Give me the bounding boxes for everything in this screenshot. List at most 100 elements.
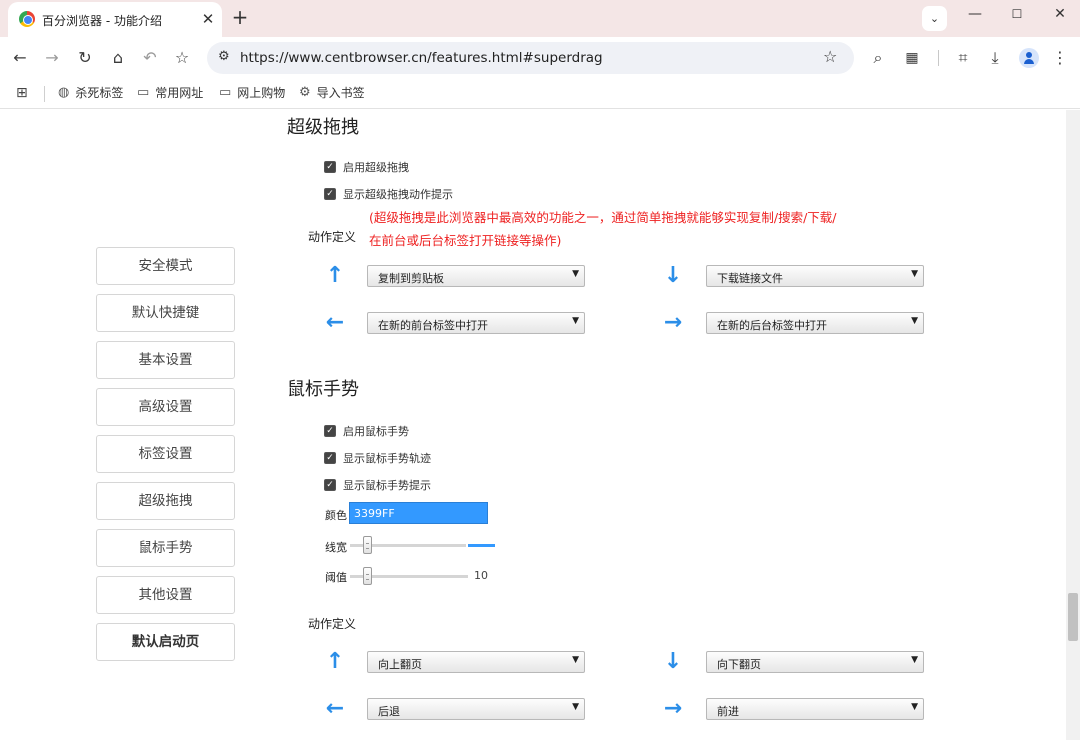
gesture-down-select[interactable]: 向下翻页 ▼ [706, 651, 924, 673]
bookmark-item[interactable]: ◍ 杀死标签 [58, 84, 123, 101]
nav-default-shortcuts[interactable]: 默认快捷键 [96, 294, 235, 332]
close-tab-icon[interactable]: ✕ [198, 9, 218, 29]
select-value: 后退 [378, 705, 400, 718]
gesture-title: 鼠标手势 [287, 379, 359, 400]
dropdown-caret-icon: ▼ [911, 316, 918, 326]
bookmark-star-icon[interactable]: ☆ [171, 47, 193, 69]
show-gesture-trail-checkbox[interactable]: ✓ 显示鼠标手势轨迹 [324, 450, 431, 466]
dropdown-caret-icon: ▼ [911, 655, 918, 665]
select-value: 向下翻页 [717, 658, 761, 671]
nav-default-start-page[interactable]: 默认启动页 [96, 623, 235, 661]
new-tab-button[interactable]: + [229, 7, 251, 29]
nav-tab-settings[interactable]: 标签设置 [96, 435, 235, 473]
nav-basic-settings[interactable]: 基本设置 [96, 341, 235, 379]
profile-avatar-icon[interactable] [1019, 48, 1039, 68]
url-text[interactable]: https://www.centbrowser.cn/features.html… [240, 50, 603, 66]
arrow-down-icon: ↓ [663, 263, 683, 288]
site-settings-icon[interactable]: ⚙ [218, 49, 230, 64]
arrow-left-icon: ← [325, 310, 345, 335]
superdrag-note-line2: 在前台或后台标签打开链接等操作) [369, 233, 562, 248]
enable-superdrag-checkbox[interactable]: ✓ 启用超级拖拽 [324, 159, 409, 175]
search-icon[interactable]: ⌕ [867, 47, 889, 69]
select-value: 在新的前台标签中打开 [378, 319, 488, 332]
download-icon[interactable]: ⤓ [984, 47, 1006, 69]
threshold-slider-handle[interactable] [363, 567, 372, 585]
checkbox-label: 启用鼠标手势 [343, 425, 409, 438]
line-width-slider-handle[interactable] [363, 536, 372, 554]
bookmark-page-icon[interactable]: ☆ [823, 47, 837, 66]
reload-icon[interactable]: ↻ [74, 47, 96, 69]
checkbox-label: 显示超级拖拽动作提示 [343, 188, 453, 201]
gesture-up-select[interactable]: 向上翻页 ▼ [367, 651, 585, 673]
select-value: 在新的后台标签中打开 [717, 319, 827, 332]
superdrag-right-select[interactable]: 在新的后台标签中打开 ▼ [706, 312, 924, 334]
nav-superdrag[interactable]: 超级拖拽 [96, 482, 235, 520]
threshold-value: 10 [474, 569, 488, 582]
bookmark-folder[interactable]: ▭ 常用网址 [137, 84, 203, 101]
tab-search-button[interactable]: ⌄ [922, 6, 947, 31]
show-superdrag-hint-checkbox[interactable]: ✓ 显示超级拖拽动作提示 [324, 186, 453, 202]
superdrag-left-select[interactable]: 在新的前台标签中打开 ▼ [367, 312, 585, 334]
dropdown-caret-icon: ▼ [572, 655, 579, 665]
line-width-label: 线宽 [325, 541, 347, 554]
checkbox-checked-icon[interactable]: ✓ [324, 161, 336, 173]
select-value: 前进 [717, 705, 739, 718]
checkbox-checked-icon[interactable]: ✓ [324, 188, 336, 200]
bookmarks-divider [44, 86, 45, 102]
globe-icon: ◍ [58, 85, 70, 100]
minimize-button[interactable]: — [955, 4, 995, 24]
superdrag-up-select[interactable]: 复制到剪贴板 ▼ [367, 265, 585, 287]
color-input[interactable]: 3399FF [349, 502, 488, 524]
page-content: 安全模式 默认快捷键 基本设置 高级设置 标签设置 超级拖拽 鼠标手势 其他设置… [0, 110, 1066, 740]
checkbox-checked-icon[interactable]: ✓ [324, 452, 336, 464]
nav-mouse-gesture[interactable]: 鼠标手势 [96, 529, 235, 567]
forward-icon[interactable]: → [41, 47, 63, 69]
nav-advanced-settings[interactable]: 高级设置 [96, 388, 235, 426]
nav-safe-mode[interactable]: 安全模式 [96, 247, 235, 285]
dropdown-caret-icon: ▼ [572, 269, 579, 279]
dropdown-caret-icon: ▼ [572, 702, 579, 712]
gesture-right-select[interactable]: 前进 ▼ [706, 698, 924, 720]
bookmarks-bar: ⊞ ◍ 杀死标签 ▭ 常用网址 ▭ 网上购物 ⚙ 导入书签 [0, 79, 1080, 109]
active-tab[interactable]: 百分浏览器 - 功能介绍 ✕ [8, 2, 222, 37]
bookmark-item[interactable]: ⚙ 导入书签 [299, 84, 365, 101]
enable-gesture-checkbox[interactable]: ✓ 启用鼠标手势 [324, 423, 409, 439]
menu-icon[interactable]: ⋮ [1049, 47, 1071, 69]
bookmark-label: 导入书签 [316, 86, 365, 100]
arrow-right-icon: → [663, 696, 683, 721]
bookmark-label: 网上购物 [237, 86, 286, 100]
apps-grid-icon[interactable]: ⊞ [16, 85, 28, 101]
maximize-button[interactable]: ☐ [997, 4, 1037, 24]
arrow-up-icon: ↑ [325, 263, 345, 288]
threshold-label: 阈值 [325, 571, 347, 584]
gesture-left-select[interactable]: 后退 ▼ [367, 698, 585, 720]
dropdown-caret-icon: ▼ [911, 269, 918, 279]
crop-screenshot-icon[interactable]: ⌗ [952, 47, 974, 69]
address-bar[interactable]: ⚙ https://www.centbrowser.cn/features.ht… [207, 42, 854, 74]
home-icon[interactable]: ⌂ [107, 47, 129, 69]
superdrag-down-select[interactable]: 下载链接文件 ▼ [706, 265, 924, 287]
superdrag-title: 超级拖拽 [287, 117, 359, 138]
checkbox-label: 启用超级拖拽 [343, 161, 409, 174]
nav-other-settings[interactable]: 其他设置 [96, 576, 235, 614]
scrollbar-thumb[interactable] [1068, 593, 1078, 641]
folder-icon: ▭ [219, 85, 232, 100]
show-gesture-hint-checkbox[interactable]: ✓ 显示鼠标手势提示 [324, 477, 431, 493]
undo-close-icon[interactable]: ↶ [139, 47, 161, 69]
bookmark-folder[interactable]: ▭ 网上购物 [219, 84, 285, 101]
arrow-up-icon: ↑ [325, 649, 345, 674]
toolbar: ← → ↻ ⌂ ↶ ☆ ⚙ https://www.centbrowser.cn… [0, 37, 1080, 79]
checkbox-checked-icon[interactable]: ✓ [324, 479, 336, 491]
back-icon[interactable]: ← [9, 47, 31, 69]
page-scrollbar[interactable] [1066, 110, 1080, 740]
select-value: 向上翻页 [378, 658, 422, 671]
tab-strip: 百分浏览器 - 功能介绍 ✕ + ⌄ — ☐ ✕ [0, 0, 1080, 37]
close-window-button[interactable]: ✕ [1040, 4, 1080, 24]
checkbox-checked-icon[interactable]: ✓ [324, 425, 336, 437]
superdrag-actions-label: 动作定义 [308, 230, 357, 244]
qr-code-icon[interactable]: ▦ [901, 47, 923, 69]
bookmark-label: 常用网址 [155, 86, 204, 100]
select-value: 复制到剪贴板 [378, 272, 444, 285]
checkbox-label: 显示鼠标手势轨迹 [343, 452, 431, 465]
dropdown-caret-icon: ▼ [911, 702, 918, 712]
